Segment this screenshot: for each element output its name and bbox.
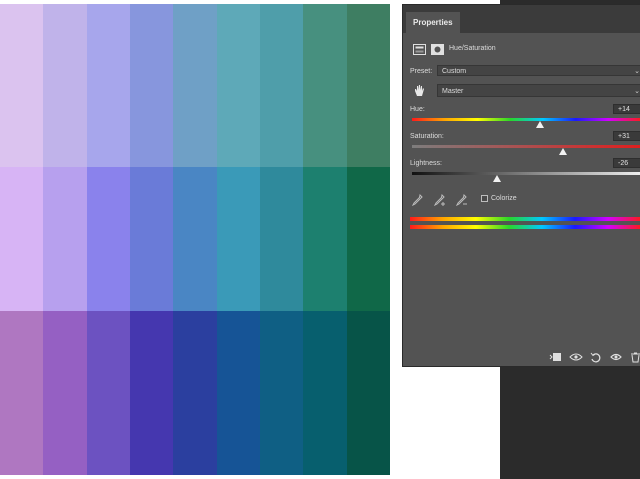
reset-button[interactable] bbox=[589, 352, 603, 364]
saturation-value-field[interactable]: +31 bbox=[613, 131, 640, 141]
color-swatch bbox=[86, 167, 130, 311]
color-swatch bbox=[303, 167, 347, 311]
color-swatch bbox=[259, 4, 304, 167]
preset-dropdown[interactable]: Custom ⌄ bbox=[437, 65, 640, 76]
eyedropper-subtract-icon[interactable] bbox=[455, 193, 468, 211]
color-swatch bbox=[346, 311, 390, 475]
channel-dropdown[interactable]: Master ⌄ bbox=[437, 84, 640, 97]
channel-value: Master bbox=[442, 88, 464, 95]
color-swatch bbox=[173, 4, 217, 167]
color-swatch bbox=[43, 167, 87, 311]
preset-value: Custom bbox=[442, 68, 467, 75]
delete-button[interactable] bbox=[628, 352, 640, 364]
color-swatch bbox=[129, 311, 174, 475]
preset-label: Preset: bbox=[410, 68, 433, 75]
saturation-slider-thumb[interactable] bbox=[559, 148, 568, 155]
color-swatch bbox=[129, 167, 174, 311]
color-swatch bbox=[0, 4, 44, 167]
lightness-slider-thumb[interactable] bbox=[492, 175, 501, 182]
color-spectrum-bar-top bbox=[410, 217, 640, 221]
hue-slider-track[interactable] bbox=[412, 118, 640, 121]
properties-panel: Properties Hue/Saturation Preset: Custom… bbox=[402, 4, 640, 367]
lightness-slider-track[interactable] bbox=[412, 172, 640, 175]
view-previous-state-button[interactable] bbox=[569, 352, 583, 364]
saturation-label: Saturation: bbox=[410, 133, 444, 140]
color-swatch bbox=[346, 167, 390, 311]
layer-mask-icon[interactable] bbox=[431, 42, 444, 60]
color-swatch bbox=[259, 311, 304, 475]
colorize-checkbox[interactable] bbox=[481, 195, 488, 202]
lightness-label: Lightness: bbox=[410, 160, 442, 167]
hue-saturation-icon bbox=[413, 42, 426, 60]
color-swatch bbox=[173, 311, 217, 475]
chevron-down-icon: ⌄ bbox=[634, 68, 640, 75]
hue-value-field[interactable]: +14 bbox=[613, 104, 640, 114]
panel-tab-bar: Properties bbox=[403, 5, 640, 33]
on-image-adjust-icon[interactable] bbox=[412, 83, 426, 102]
color-swatch bbox=[259, 167, 304, 311]
document-canvas[interactable] bbox=[0, 4, 390, 475]
hue-label: Hue: bbox=[410, 106, 425, 113]
clip-to-layer-button[interactable] bbox=[548, 352, 562, 364]
color-swatch bbox=[43, 4, 87, 167]
eyedropper-icon[interactable] bbox=[411, 193, 423, 211]
color-swatch bbox=[0, 167, 44, 311]
eyedropper-add-icon[interactable] bbox=[433, 193, 446, 211]
adjustment-title: Hue/Saturation bbox=[449, 45, 496, 52]
colorize-label: Colorize bbox=[491, 195, 517, 202]
color-swatch bbox=[216, 167, 260, 311]
color-swatch bbox=[86, 4, 130, 167]
lightness-value-field[interactable]: -26 bbox=[613, 158, 640, 168]
color-swatch bbox=[303, 311, 347, 475]
color-swatch bbox=[43, 311, 87, 475]
color-swatch bbox=[216, 311, 260, 475]
visibility-button[interactable] bbox=[609, 352, 623, 364]
chevron-down-icon: ⌄ bbox=[634, 88, 640, 95]
color-swatch bbox=[346, 4, 390, 167]
hue-slider-thumb[interactable] bbox=[536, 121, 545, 128]
color-swatch bbox=[129, 4, 174, 167]
color-swatch bbox=[303, 4, 347, 167]
color-swatch bbox=[86, 311, 130, 475]
color-spectrum-bar-bottom bbox=[410, 225, 640, 229]
color-swatch bbox=[173, 167, 217, 311]
color-swatch bbox=[216, 4, 260, 167]
tab-properties[interactable]: Properties bbox=[406, 12, 460, 33]
color-swatch bbox=[0, 311, 44, 475]
saturation-slider-track[interactable] bbox=[412, 145, 640, 148]
